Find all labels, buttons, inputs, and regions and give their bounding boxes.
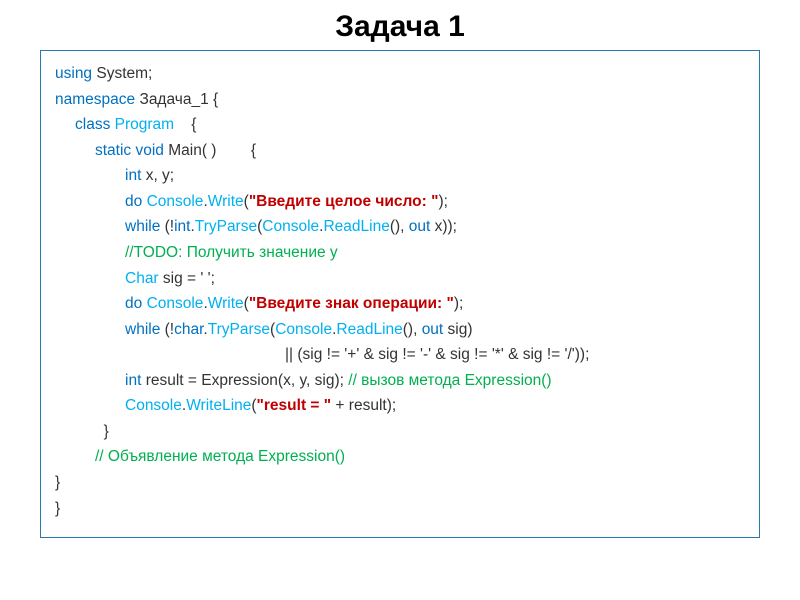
code-line: static void Main( ) { bbox=[55, 138, 745, 164]
type: Console bbox=[275, 321, 332, 338]
comment: // вызов метода Expression() bbox=[348, 372, 551, 389]
code-line: do Console.Write("Введите знак операции:… bbox=[55, 291, 745, 317]
keyword: namespace bbox=[55, 91, 139, 108]
keyword: do bbox=[125, 295, 147, 312]
code-block: using System; namespace Задача_1 { class… bbox=[40, 50, 760, 538]
keyword: int bbox=[125, 372, 146, 389]
slide: Задача 1 using System; namespace Задача_… bbox=[0, 0, 800, 548]
keyword: while bbox=[125, 218, 165, 235]
string: "Введите целое число: " bbox=[249, 193, 439, 210]
comment: // Объявление метода Expression() bbox=[95, 448, 345, 465]
type: Console bbox=[125, 397, 182, 414]
type: ReadLine bbox=[336, 321, 402, 338]
type: Console bbox=[262, 218, 319, 235]
code-text: Main( ) { bbox=[168, 142, 256, 159]
type: Write bbox=[208, 193, 244, 210]
code-text: (! bbox=[165, 321, 174, 338]
code-line: || (sig != '+' & sig != '-' & sig != '*'… bbox=[55, 342, 745, 368]
code-line: class Program { bbox=[55, 112, 745, 138]
code-text: x)); bbox=[435, 218, 457, 235]
keyword: int bbox=[174, 218, 190, 235]
code-line: namespace Задача_1 { bbox=[55, 87, 745, 113]
type: TryParse bbox=[208, 321, 270, 338]
type: Console bbox=[147, 193, 204, 210]
code-text: ); bbox=[454, 295, 463, 312]
keyword: while bbox=[125, 321, 165, 338]
code-line: while (!int.TryParse(Console.ReadLine(),… bbox=[55, 214, 745, 240]
code-line: // Объявление метода Expression() bbox=[55, 444, 745, 470]
code-text: (), bbox=[390, 218, 409, 235]
code-text: Задача_1 { bbox=[139, 91, 218, 108]
code-text: + result); bbox=[331, 397, 396, 414]
code-line: } bbox=[55, 470, 745, 496]
code-line: //TODO: Получить значение у bbox=[55, 240, 745, 266]
code-text: { bbox=[174, 116, 196, 133]
code-line: do Console.Write("Введите целое число: "… bbox=[55, 189, 745, 215]
keyword: class bbox=[75, 116, 115, 133]
keyword: using bbox=[55, 65, 96, 82]
code-line: int x, y; bbox=[55, 163, 745, 189]
keyword: static void bbox=[95, 142, 168, 159]
code-line: } bbox=[55, 419, 745, 445]
code-text: } bbox=[55, 500, 60, 517]
code-text: System; bbox=[96, 65, 152, 82]
keyword: out bbox=[422, 321, 448, 338]
code-text: } bbox=[95, 423, 109, 440]
code-text: sig) bbox=[448, 321, 473, 338]
code-text: ); bbox=[438, 193, 447, 210]
code-line: Char sig = ' '; bbox=[55, 266, 745, 292]
type: Console bbox=[147, 295, 204, 312]
comment: //TODO: Получить значение у bbox=[125, 244, 338, 261]
code-text: x, y; bbox=[146, 167, 174, 184]
code-text: (! bbox=[165, 218, 174, 235]
type: Char bbox=[125, 270, 163, 287]
code-text: } bbox=[55, 474, 60, 491]
type: TryParse bbox=[195, 218, 257, 235]
code-line: Console.WriteLine("result = " + result); bbox=[55, 393, 745, 419]
string: "Введите знак операции: " bbox=[249, 295, 454, 312]
keyword: int bbox=[125, 167, 146, 184]
code-line: int result = Expression(x, y, sig); // в… bbox=[55, 368, 745, 394]
type: Program bbox=[115, 116, 174, 133]
slide-title: Задача 1 bbox=[40, 10, 760, 44]
code-line: while (!char.TryParse(Console.ReadLine()… bbox=[55, 317, 745, 343]
keyword: out bbox=[409, 218, 435, 235]
keyword: char bbox=[174, 321, 203, 338]
code-line: using System; bbox=[55, 61, 745, 87]
type: ReadLine bbox=[323, 218, 389, 235]
type: Write bbox=[208, 295, 244, 312]
type: WriteLine bbox=[186, 397, 251, 414]
string: "result = " bbox=[257, 397, 332, 414]
code-text: sig = ' '; bbox=[163, 270, 215, 287]
keyword: do bbox=[125, 193, 147, 210]
code-text: || (sig != '+' & sig != '-' & sig != '*'… bbox=[285, 346, 589, 363]
code-text: (), bbox=[403, 321, 422, 338]
code-line: } bbox=[55, 496, 745, 522]
code-text: result = Expression(x, y, sig); bbox=[146, 372, 349, 389]
